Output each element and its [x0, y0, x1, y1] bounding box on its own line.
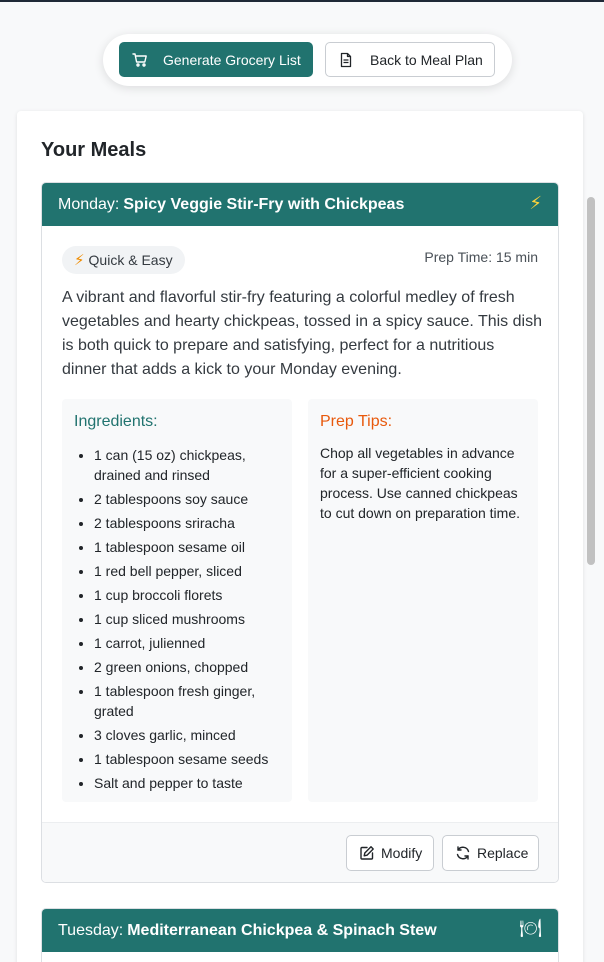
- lightning-icon: ⚡: [529, 193, 542, 213]
- modify-label: Modify: [381, 845, 423, 861]
- plate-icon: 🍽: [519, 918, 542, 938]
- ingredient-item: 1 tablespoon fresh ginger, grated: [94, 681, 284, 721]
- ingredient-item: 2 tablespoons soy sauce: [94, 489, 284, 509]
- ingredients-heading: Ingredients:: [74, 413, 158, 430]
- lightning-icon: ⚡: [74, 252, 85, 269]
- replace-label: Replace: [477, 845, 529, 861]
- generate-grocery-list-button[interactable]: Generate Grocery List: [119, 42, 313, 77]
- meal-title: Mediterranean Chickpea & Spinach Stew: [127, 921, 437, 939]
- ingredient-item: 1 carrot, julienned: [94, 633, 284, 653]
- cart-icon: [132, 52, 148, 68]
- ingredient-item: 1 tablespoon sesame seeds: [94, 749, 284, 769]
- replace-button[interactable]: Replace: [442, 835, 539, 871]
- back-to-meal-plan-label: Back to Meal Plan: [370, 51, 483, 68]
- document-icon: [338, 52, 354, 68]
- meal-day: Tuesday:: [58, 921, 124, 939]
- section-title: Your Meals: [41, 139, 147, 161]
- prep-tips-text: Chop all vegetables in advance for a sup…: [320, 445, 521, 521]
- generate-grocery-list-label: Generate Grocery List: [163, 51, 301, 68]
- meal-day: Monday:: [58, 195, 120, 213]
- meal-header: Tuesday: Mediterranean Chickpea & Spinac…: [42, 909, 558, 952]
- ingredient-item: 2 green onions, chopped: [94, 657, 284, 677]
- badge-label: Quick & Easy: [88, 252, 173, 268]
- meal-description: A vibrant and flavorful stir-fry featuri…: [62, 289, 542, 378]
- ingredient-item: 1 tablespoon sesame oil: [94, 537, 284, 557]
- meal-card-footer: Modify Replace: [42, 822, 558, 882]
- ingredient-item: 1 red bell pepper, sliced: [94, 561, 284, 581]
- scrollbar-thumb[interactable]: [587, 197, 595, 565]
- ingredient-item: 3 cloves garlic, minced: [94, 725, 284, 745]
- meal-header: Monday: Spicy Veggie Stir-Fry with Chick…: [42, 183, 558, 226]
- action-toolbar: Generate Grocery List Back to Meal Plan: [103, 34, 512, 86]
- back-to-meal-plan-button[interactable]: Back to Meal Plan: [325, 42, 495, 77]
- prep-tips-panel: Prep Tips: Chop all vegetables in advanc…: [308, 399, 538, 802]
- ingredient-item: Salt and pepper to taste: [94, 773, 284, 793]
- prep-tips-heading: Prep Tips:: [320, 413, 393, 430]
- meal-title: Spicy Veggie Stir-Fry with Chickpeas: [123, 195, 405, 213]
- quick-easy-badge: ⚡ Quick & Easy: [62, 246, 185, 274]
- meal-card-tuesday: Tuesday: Mediterranean Chickpea & Spinac…: [41, 908, 559, 962]
- edit-icon: [359, 845, 375, 861]
- ingredient-item: 1 cup broccoli florets: [94, 585, 284, 605]
- ingredient-item: 2 tablespoons sriracha: [94, 513, 284, 533]
- refresh-icon: [455, 845, 471, 861]
- prep-time: Prep Time: 15 min: [424, 249, 538, 265]
- scrollbar[interactable]: [584, 111, 598, 962]
- ingredient-item: 1 can (15 oz) chickpeas, drained and rin…: [94, 445, 284, 485]
- modify-button[interactable]: Modify: [346, 835, 434, 871]
- meal-card-monday: Monday: Spicy Veggie Stir-Fry with Chick…: [41, 182, 559, 883]
- ingredients-list: 1 can (15 oz) chickpeas, drained and rin…: [94, 445, 284, 797]
- ingredient-item: 1 cup sliced mushrooms: [94, 609, 284, 629]
- ingredients-panel: Ingredients: 1 can (15 oz) chickpeas, dr…: [62, 399, 292, 802]
- top-border: [0, 0, 604, 2]
